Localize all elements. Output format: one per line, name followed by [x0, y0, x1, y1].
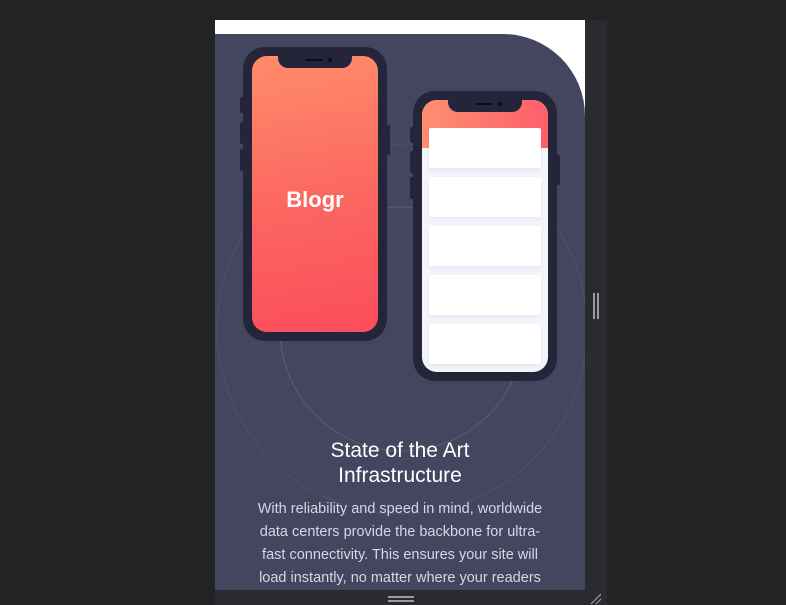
title-line-1: State of the Art: [330, 439, 470, 462]
content-card: [429, 324, 541, 364]
content-card: [429, 275, 541, 315]
phone-notch: [278, 56, 352, 68]
phone-right-screen: [422, 100, 548, 372]
blogr-logo: Blogr: [286, 187, 344, 212]
section-body: With reliability and speed in mind, worl…: [257, 501, 543, 586]
title-line-2: Infrastructure: [338, 464, 462, 487]
horizontal-resize-handle-icon[interactable]: [388, 596, 414, 602]
content-card: [429, 128, 541, 168]
preview-viewport: Blogr State of the Art Infrastructure Wi…: [215, 20, 585, 590]
section-title: State of the Art Infrastructure: [215, 438, 585, 488]
content-card: [429, 177, 541, 217]
content-card: [429, 226, 541, 266]
phone-notch: [448, 100, 522, 112]
phone-left-screen: Blogr: [252, 56, 378, 332]
infrastructure-section: Blogr State of the Art Infrastructure Wi…: [215, 34, 585, 590]
phone-mockup-left: Blogr: [240, 47, 390, 341]
corner-resize-icon[interactable]: [589, 593, 603, 605]
phone-mockup-right: [410, 91, 560, 381]
vertical-resize-handle-icon[interactable]: [593, 293, 599, 319]
